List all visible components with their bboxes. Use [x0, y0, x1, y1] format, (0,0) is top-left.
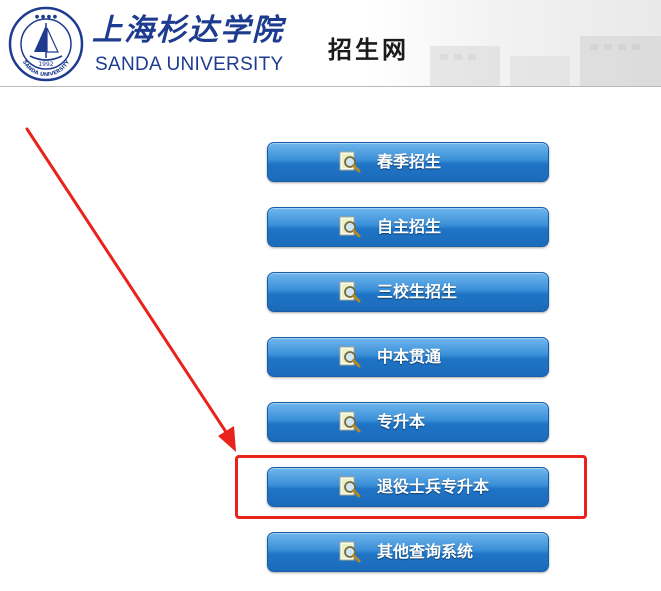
button-label: 三校生招生	[377, 282, 458, 301]
university-name-cn: 上海杉达学院	[92, 13, 284, 48]
document-magnifier-icon	[339, 411, 361, 433]
annotation-highlight-box	[235, 455, 587, 519]
three-school-enrollment-button[interactable]: 三校生招生	[267, 272, 549, 312]
independent-enrollment-button[interactable]: 自主招生	[267, 207, 549, 247]
button-label: 其他查询系统	[377, 542, 474, 561]
arrow-head-icon	[218, 426, 236, 452]
document-magnifier-icon	[339, 281, 361, 303]
secondary-undergraduate-button[interactable]: 中本贯通	[267, 337, 549, 377]
spring-enrollment-button[interactable]: 春季招生	[267, 142, 549, 182]
svg-text:● ● ● ●: ● ● ● ●	[35, 14, 58, 20]
site-header: 1992 SANDA UNIVERSITY ● ● ● ● 上海杉达学院 SAN…	[0, 0, 661, 87]
other-query-system-button[interactable]: 其他查询系统	[267, 532, 549, 572]
button-label: 自主招生	[377, 217, 442, 236]
university-name-en: SANDA UNIVERSITY	[95, 54, 284, 75]
campus-background-image	[430, 36, 661, 86]
seal-year: 1992	[38, 61, 53, 68]
university-seal-logo: 1992 SANDA UNIVERSITY ● ● ● ●	[8, 6, 84, 82]
document-magnifier-icon	[339, 216, 361, 238]
button-label: 专升本	[377, 412, 426, 431]
document-magnifier-icon	[339, 346, 361, 368]
button-label: 中本贯通	[377, 347, 442, 366]
site-title: 招生网	[328, 36, 409, 64]
document-magnifier-icon	[339, 541, 361, 563]
document-magnifier-icon	[339, 151, 361, 173]
button-label: 春季招生	[377, 152, 442, 171]
college-to-bachelor-button[interactable]: 专升本	[267, 402, 549, 442]
